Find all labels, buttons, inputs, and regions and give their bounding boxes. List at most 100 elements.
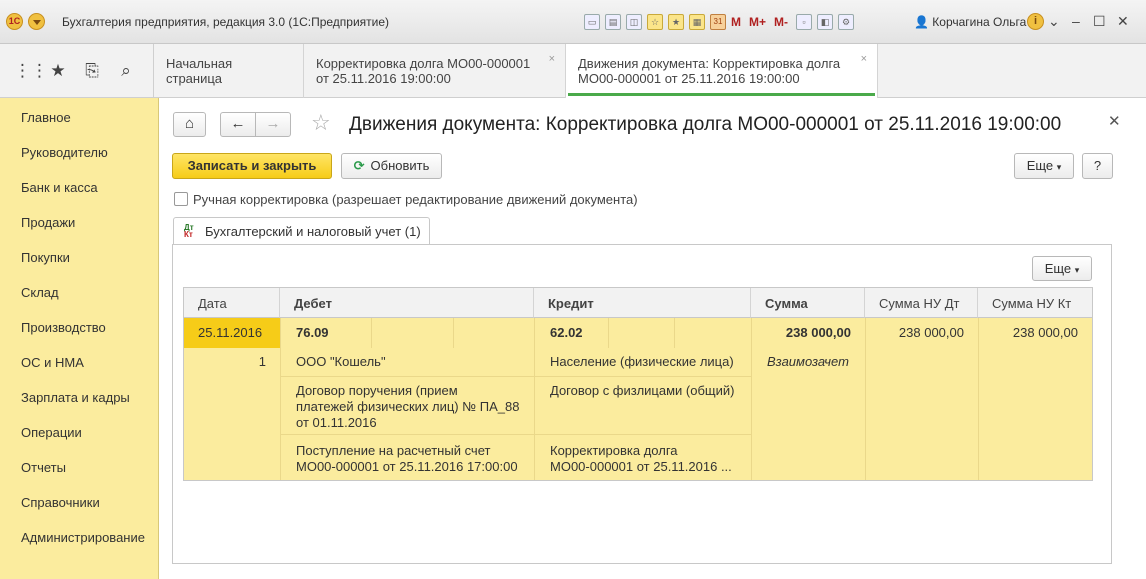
preview-icon[interactable]: ◫	[626, 14, 642, 30]
panels-icon[interactable]: ◧	[817, 14, 834, 30]
current-user[interactable]: 👤 Корчагина Ольга	[914, 15, 1026, 29]
tab-debt-correction[interactable]: Корректировка долга МО00-000001 от 25.11…	[304, 44, 566, 98]
close-window-icon[interactable]: ✕	[1117, 13, 1129, 30]
tab-document-movements[interactable]: Движения документа: Корректировка долга …	[566, 44, 878, 98]
column-header-sum[interactable]: Сумма	[751, 288, 865, 318]
sections-sidebar: Главное Руководителю Банк и касса Продаж…	[0, 98, 159, 579]
cell-sum-nu-kt: 238 000,00	[1012, 325, 1078, 340]
cell-date: 25.11.2016	[198, 325, 263, 340]
tab-label-line1: Корректировка долга МО00-000001	[316, 56, 531, 71]
new-window-icon[interactable]: ▫	[796, 14, 813, 30]
grid-line	[674, 318, 675, 348]
tab-close-icon[interactable]: ×	[861, 52, 867, 67]
cell-credit-document: Корректировка долга МО00-000001 от 25.11…	[550, 443, 732, 474]
sidebar-item-purchases[interactable]: Покупки	[21, 250, 70, 265]
refresh-label: Обновить	[370, 158, 430, 173]
window-titlebar: 1С Бухгалтерия предприятия, редакция 3.0…	[0, 0, 1146, 44]
tab-label-line2: от 25.11.2016 19:00:00	[316, 71, 451, 86]
cell-credit-account: 62.02	[550, 325, 583, 340]
more-actions-button[interactable]: Еще ▾	[1014, 153, 1074, 179]
cell-debit-contract: Договор поручения (прием платежей физиче…	[296, 383, 520, 430]
history-icon[interactable]: ⎘	[82, 61, 102, 81]
grid-line	[280, 318, 281, 480]
cell-sum: 238 000,00	[785, 325, 851, 340]
favorites-icon[interactable]: ★	[668, 14, 684, 30]
column-header-sum-nu-kt[interactable]: Сумма НУ Кт	[978, 288, 1092, 318]
manual-correction-checkbox[interactable]	[174, 192, 188, 206]
sidebar-item-fixed-assets[interactable]: ОС и НМА	[21, 355, 84, 370]
cell-debit-document: Поступление на расчетный счет МО00-00000…	[296, 443, 518, 474]
column-header-debit[interactable]: Дебет	[280, 288, 534, 318]
help-button[interactable]: ?	[1082, 153, 1113, 179]
subtab-label: Бухгалтерский и налоговый учет (1)	[205, 224, 421, 239]
favorites-add-icon[interactable]: ☆	[647, 14, 663, 30]
user-name: Корчагина Ольга	[932, 15, 1027, 29]
sidebar-item-main[interactable]: Главное	[21, 110, 71, 125]
cell-sum-nu-dt: 238 000,00	[898, 325, 964, 340]
form-close-icon[interactable]: ✕	[1108, 112, 1121, 130]
panel-more-button[interactable]: Еще ▾	[1032, 256, 1092, 281]
calculator-icon[interactable]: ▦	[689, 14, 705, 30]
apps-grid-icon[interactable]: ⋮⋮	[14, 61, 48, 81]
sidebar-item-bank[interactable]: Банк и касса	[21, 180, 98, 195]
refresh-button[interactable]: ⟳ Обновить	[341, 153, 442, 179]
grid-line	[751, 318, 752, 480]
sidebar-item-manager[interactable]: Руководителю	[21, 145, 108, 160]
arrow-left-icon: ←	[230, 115, 246, 132]
home-button[interactable]: ⌂	[173, 112, 206, 137]
grid-line	[865, 318, 866, 480]
dt-kt-icon: Дт Кт	[184, 223, 194, 239]
calendar-icon[interactable]: 31	[710, 14, 726, 30]
cell-credit-contract: Договор с физлицами (общий)	[550, 383, 735, 398]
memory-m-button[interactable]: M	[731, 15, 741, 29]
minimize-icon[interactable]: –	[1072, 13, 1080, 29]
tab-close-icon[interactable]: ×	[549, 52, 555, 67]
sidebar-item-operations[interactable]: Операции	[21, 425, 82, 440]
tab-label-line1: Движения документа: Корректировка долга	[578, 56, 841, 71]
print-icon[interactable]: ▤	[605, 14, 621, 30]
sidebar-item-catalogs[interactable]: Справочники	[21, 495, 100, 510]
column-header-date[interactable]: Дата	[184, 288, 280, 318]
user-icon: 👤	[914, 15, 929, 29]
more-label: Еще	[1044, 261, 1072, 276]
info-icon[interactable]: i	[1027, 13, 1044, 30]
grid-line	[608, 318, 609, 348]
cell-line-number: 1	[258, 354, 266, 369]
search-icon[interactable]: ⌕	[116, 61, 136, 81]
sidebar-item-administration[interactable]: Администрирование	[21, 530, 145, 545]
chevron-down-icon: ▾	[1074, 265, 1080, 275]
memory-plus-button[interactable]: M+	[749, 15, 766, 29]
sidebar-item-reports[interactable]: Отчеты	[21, 460, 66, 475]
open-tabs-bar: Начальная страница Корректировка долга М…	[154, 44, 1146, 98]
tab-label: Начальная страница	[166, 56, 233, 86]
app-logo-icon: 1С	[6, 13, 23, 30]
column-header-sum-nu-dt[interactable]: Сумма НУ Дт	[865, 288, 978, 318]
save-and-close-button[interactable]: Записать и закрыть	[172, 153, 332, 179]
sidebar-item-sales[interactable]: Продажи	[21, 215, 75, 230]
manual-correction-label[interactable]: Ручная корректировка (разрешает редактир…	[193, 192, 638, 207]
sidebar-item-production[interactable]: Производство	[21, 320, 106, 335]
favorites-star-icon[interactable]: ★	[48, 61, 68, 81]
title-toolbar: ▭ ▤ ◫ ☆ ★ ▦ 31 M M+ M- ▫ ◧ ⚙	[584, 12, 859, 32]
favorite-star-icon[interactable]: ☆	[311, 110, 331, 136]
sidebar-item-warehouse[interactable]: Склад	[21, 285, 59, 300]
document-movements-form: ⌂ ← → ☆ Движения документа: Корректировк…	[159, 98, 1146, 579]
grid-line	[371, 318, 372, 348]
tab-accounting-tax[interactable]: Дт Кт Бухгалтерский и налоговый учет (1)	[173, 217, 430, 244]
grid-line	[280, 434, 751, 435]
memory-minus-button[interactable]: M-	[774, 15, 788, 29]
tab-home-page[interactable]: Начальная страница	[154, 44, 304, 98]
window-title: Бухгалтерия предприятия, редакция 3.0 (1…	[62, 15, 390, 29]
save-icon[interactable]: ▭	[584, 14, 600, 30]
sidebar-item-salary[interactable]: Зарплата и кадры	[21, 390, 130, 405]
page-title: Движения документа: Корректировка долга …	[349, 114, 1062, 135]
forward-button[interactable]: →	[255, 112, 291, 137]
main-menu-icon[interactable]	[28, 13, 45, 30]
back-button[interactable]: ←	[220, 112, 256, 137]
grid-line	[534, 318, 535, 480]
info-dropdown-icon[interactable]: ⌄	[1048, 13, 1060, 30]
chevron-down-icon: ▾	[1056, 162, 1062, 172]
column-header-credit[interactable]: Кредит	[534, 288, 751, 318]
tools-icon[interactable]: ⚙	[838, 14, 855, 30]
maximize-icon[interactable]: ☐	[1093, 13, 1106, 30]
